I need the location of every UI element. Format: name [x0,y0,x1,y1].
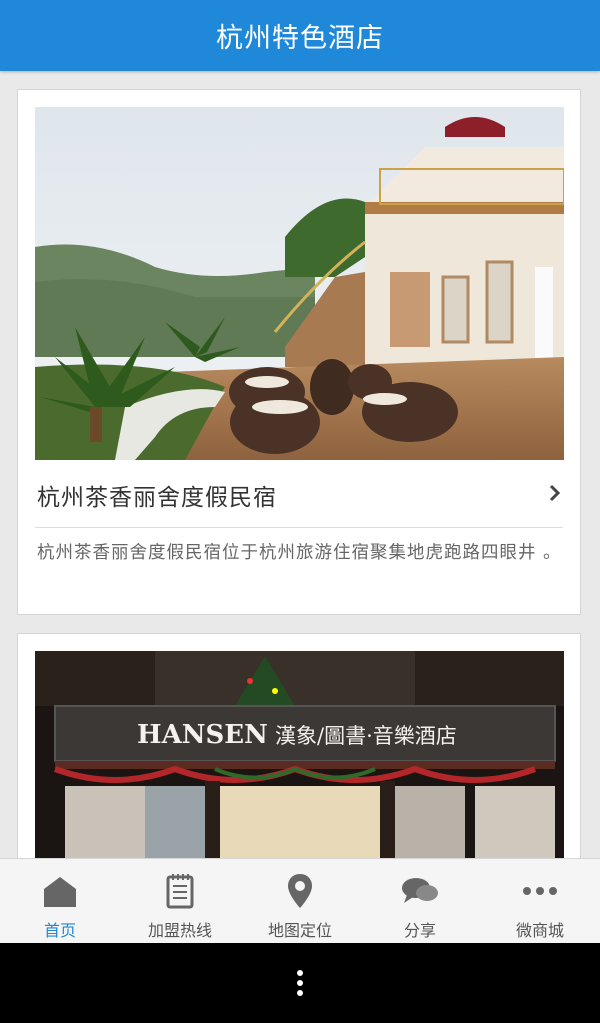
hotel-list[interactable]: 杭州茶香丽舍度假民宿 杭州茶香丽舍度假民宿位于杭州旅游住宿聚集地虎跑路四眼井 。… [0,71,600,858]
sign-latin: HANSEN [137,720,268,750]
divider [35,527,563,528]
tab-share[interactable]: 分享 [360,859,480,944]
hotel-storefront-photo: HANSEN 漢象/圖書·音樂酒店 [35,651,564,858]
tab-label: 微商城 [515,921,564,940]
page-title: 杭州特色酒店 [216,23,384,54]
sign-cn: 漢象/圖書·音樂酒店 [275,724,457,748]
hotel-card[interactable]: HANSEN 漢象/圖書·音樂酒店 [17,633,581,858]
tab-map-location[interactable]: 地图定位 [240,859,360,944]
home-icon [40,871,80,911]
tab-home[interactable]: 首页 [0,859,120,944]
hotel-photo[interactable]: HANSEN 漢象/圖書·音樂酒店 [35,651,564,858]
tab-label: 地图定位 [267,921,332,940]
hotel-name[interactable]: 杭州茶香丽舍度假民宿 [37,478,277,512]
overflow-menu-icon[interactable] [296,969,304,997]
hotel-description: 杭州茶香丽舍度假民宿位于杭州旅游住宿聚集地虎跑路四眼井 。 [37,543,562,563]
tab-label: 加盟热线 [147,921,212,940]
tab-label: 首页 [43,921,76,940]
more-dots-icon [520,871,560,911]
tab-franchise-hotline[interactable]: 加盟热线 [120,859,240,944]
tab-micro-mall[interactable]: 微商城 [480,859,600,944]
notepad-icon [160,871,200,911]
hotel-photo[interactable] [35,107,564,460]
chat-bubbles-icon [400,871,440,911]
tab-label: 分享 [403,921,436,940]
hotel-terrace-photo [35,107,564,460]
app-header: 杭州特色酒店 [0,0,600,71]
hotel-card[interactable]: 杭州茶香丽舍度假民宿 杭州茶香丽舍度假民宿位于杭州旅游住宿聚集地虎跑路四眼井 。 [17,89,581,615]
bottom-tab-bar: 首页 加盟热线 地图定位 分享 微商城 [0,858,600,944]
system-nav-bar [0,943,600,1023]
chevron-right-icon[interactable] [544,482,566,504]
map-pin-icon [280,871,320,911]
